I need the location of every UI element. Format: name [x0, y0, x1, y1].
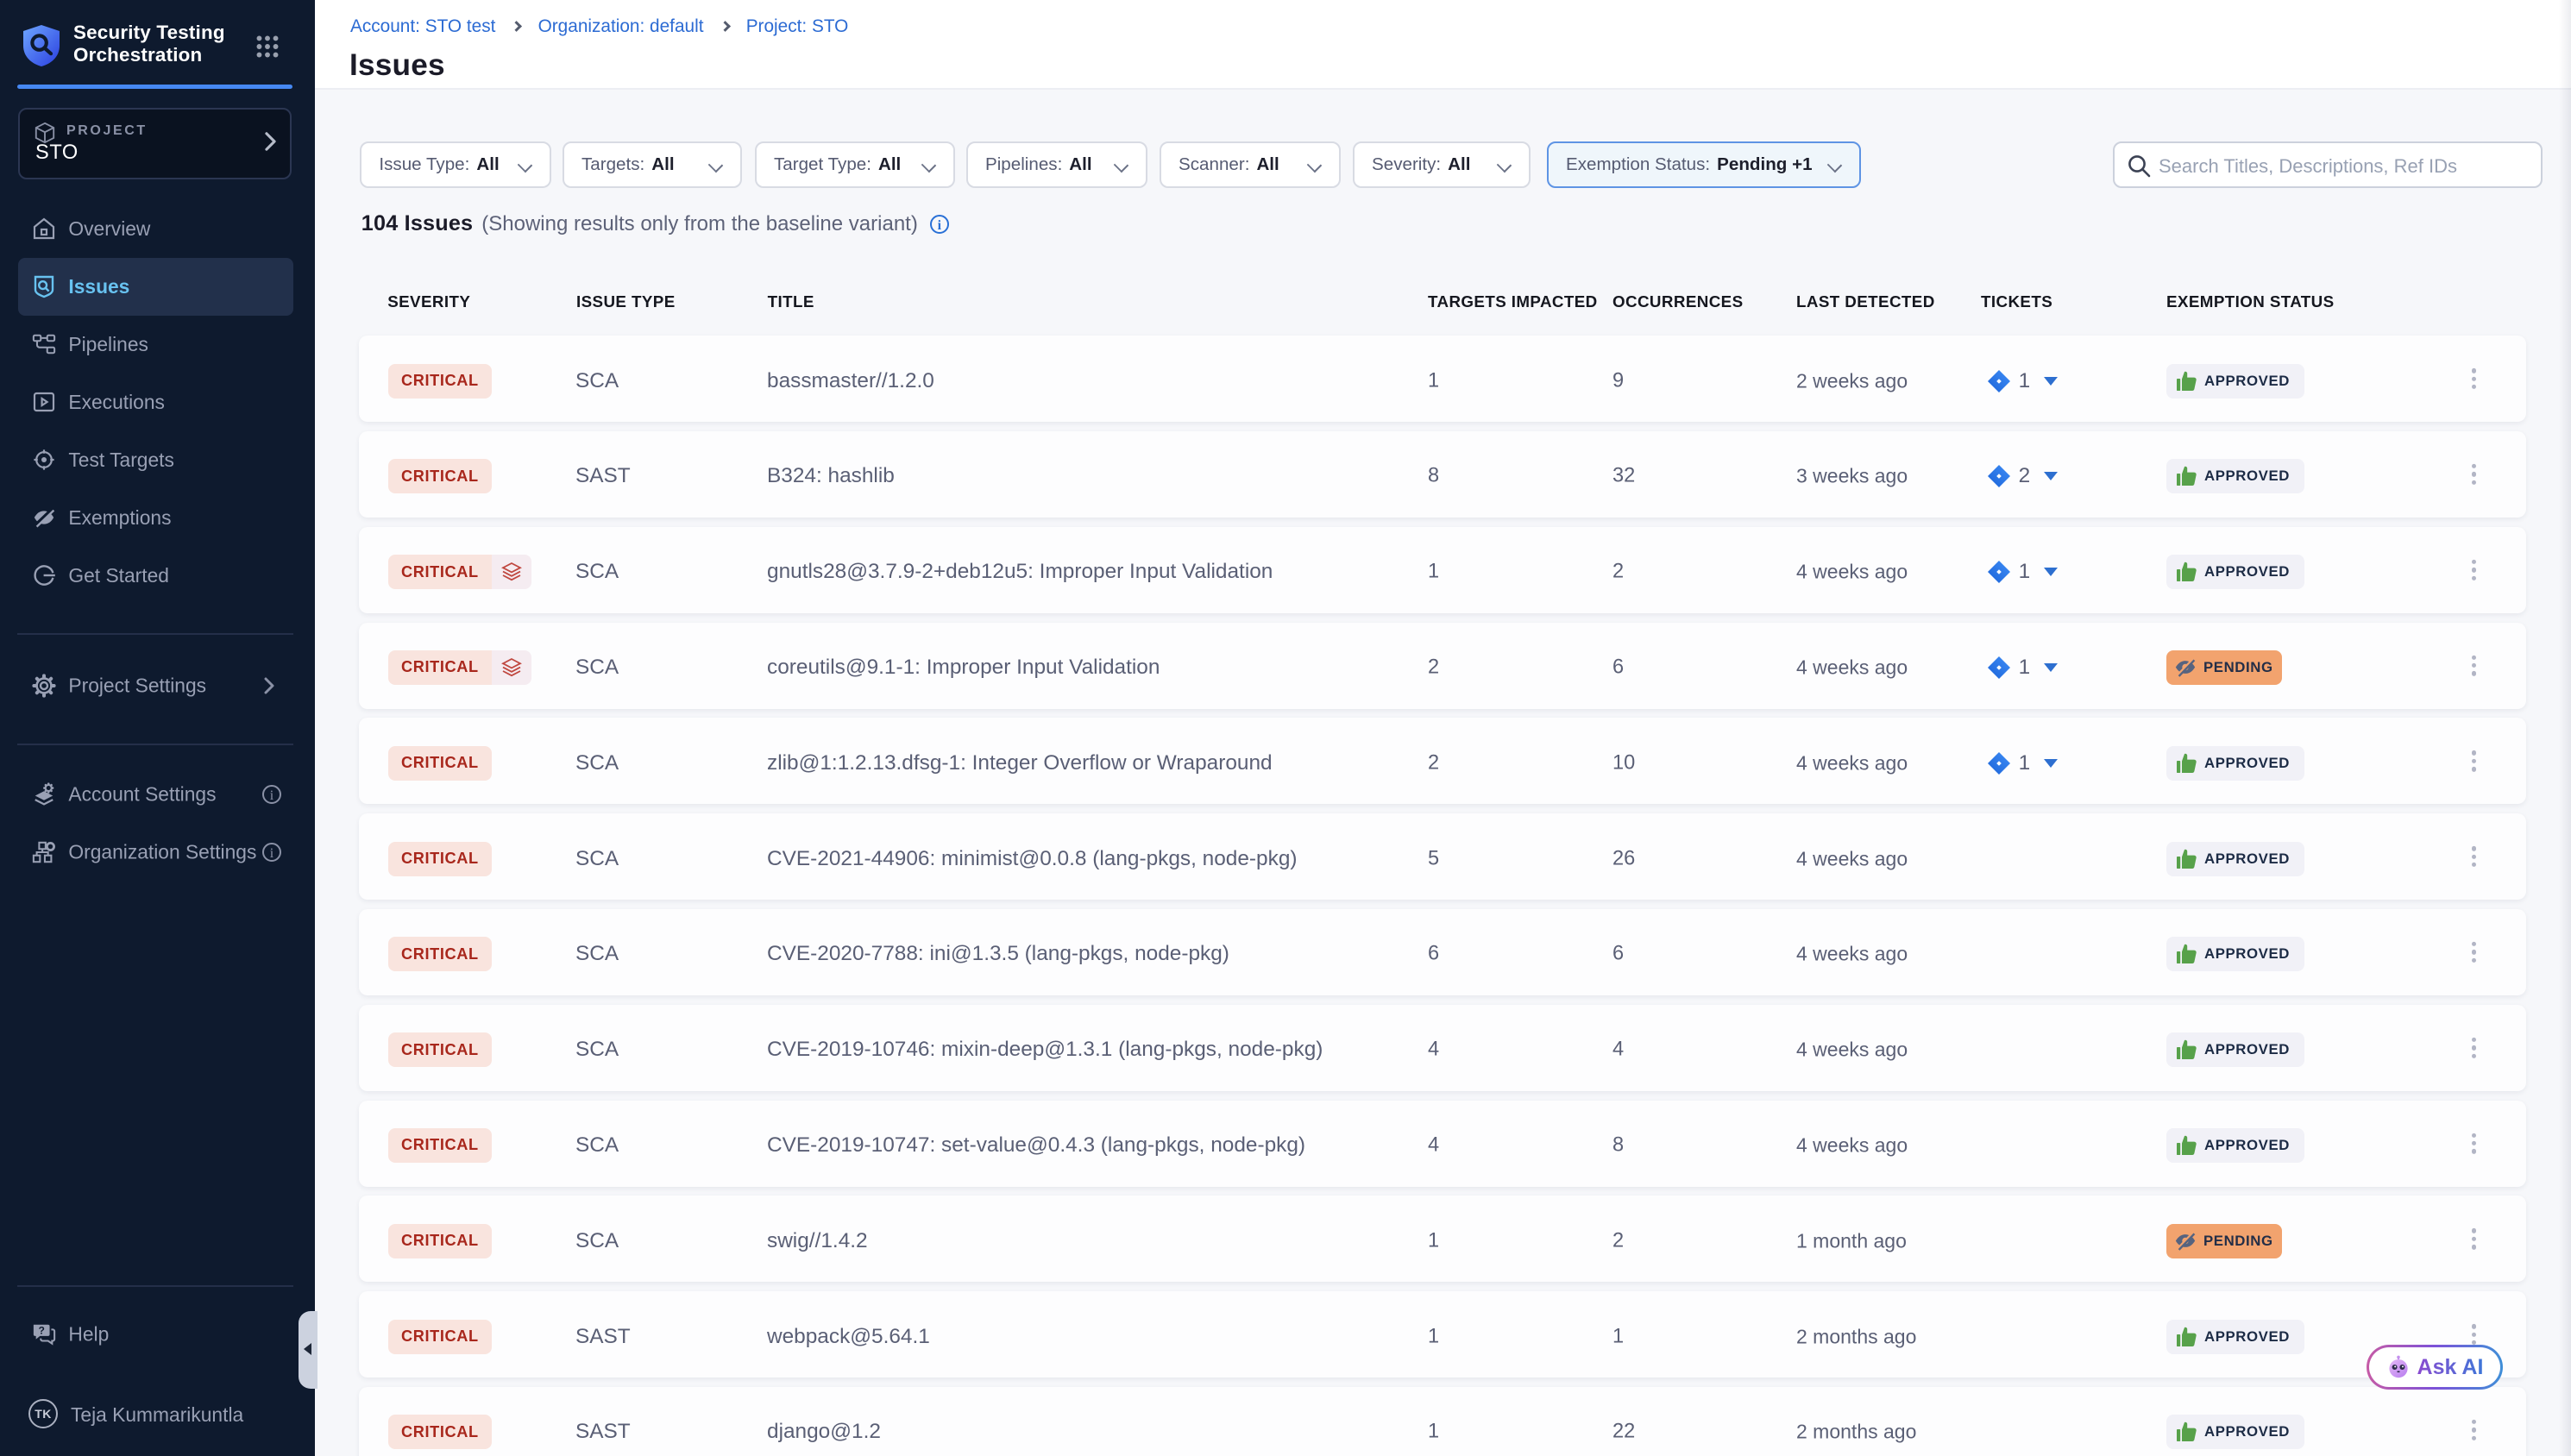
svg-text:?: ?: [38, 1324, 44, 1336]
